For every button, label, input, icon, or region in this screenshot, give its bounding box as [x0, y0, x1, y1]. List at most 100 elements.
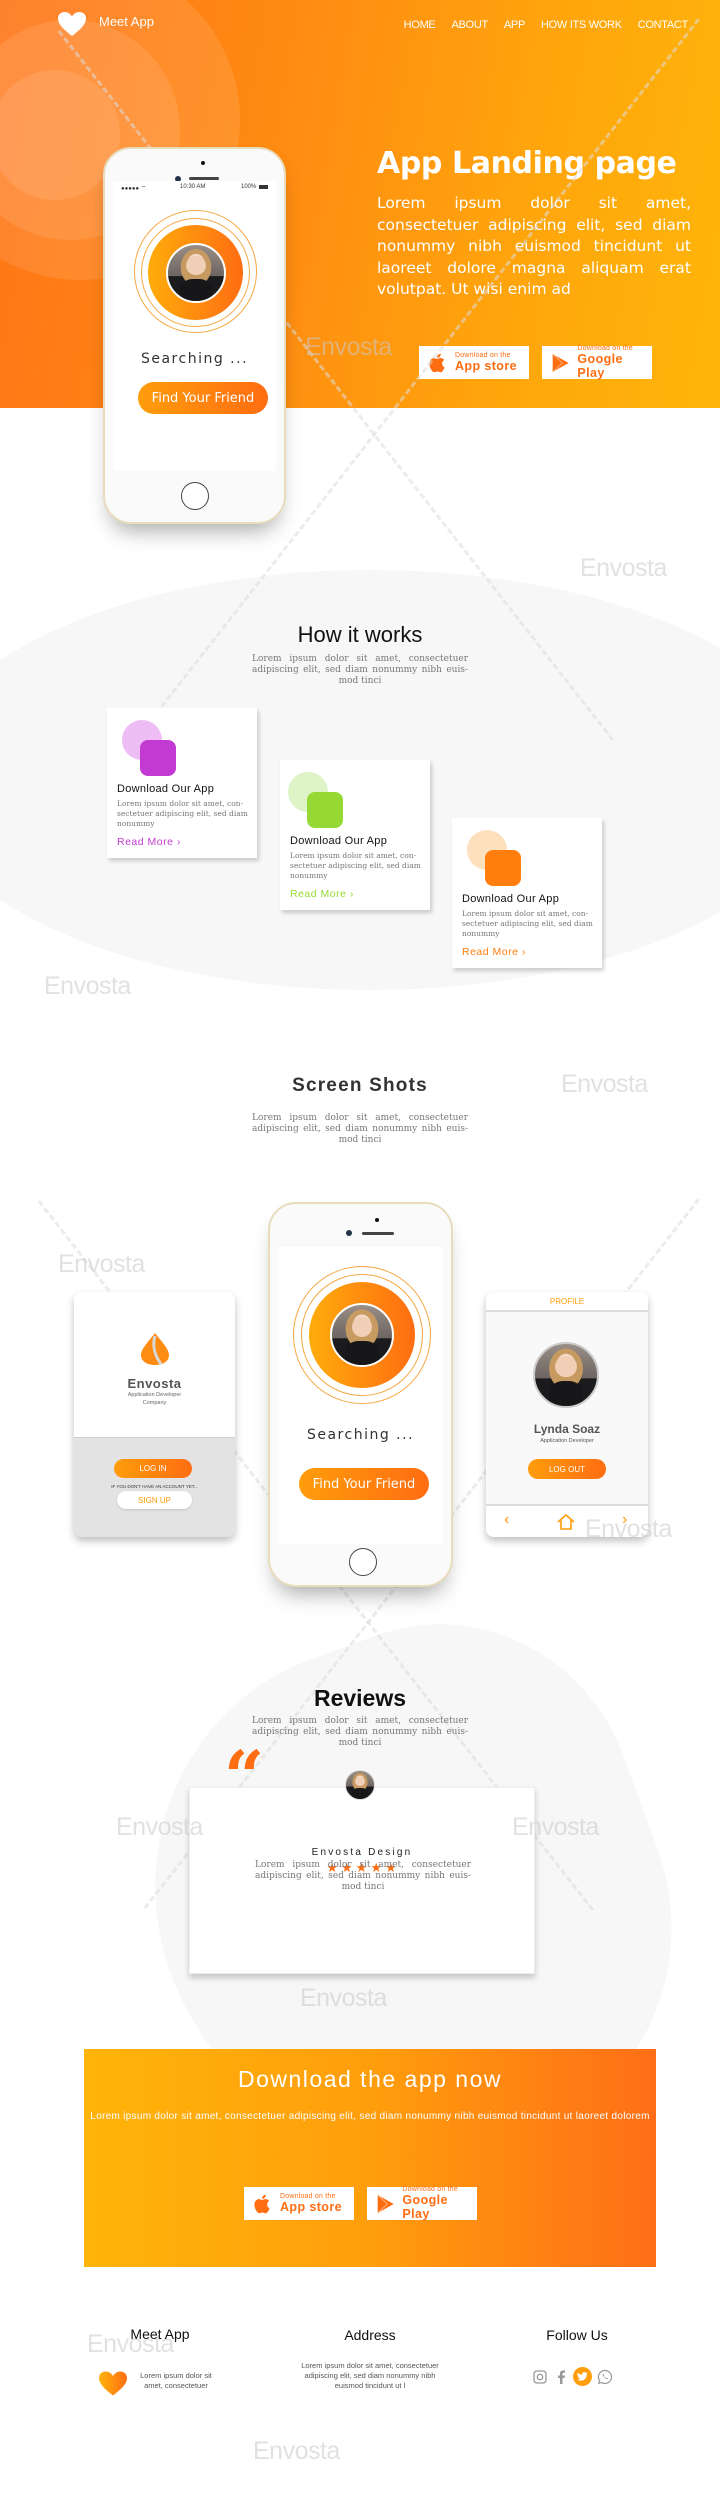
- watermark-text: Envosta: [512, 1813, 599, 1841]
- card-icon-square: [140, 740, 176, 776]
- company-subtitle: Company: [142, 1400, 167, 1406]
- profile-header: PROFILE: [486, 1292, 648, 1312]
- signup-hint: IF YOU DON'T HAVE AN ACCOUNT YET...: [111, 1484, 198, 1489]
- twitter-icon[interactable]: [573, 2367, 592, 2386]
- read-more-link[interactable]: Read More ›: [290, 888, 354, 900]
- chevron-right-icon: ›: [176, 836, 181, 848]
- reviewer-name: Envosta Design: [311, 1847, 413, 1858]
- instagram-icon[interactable]: [532, 2369, 548, 2385]
- read-more-link[interactable]: Read More ›: [117, 836, 181, 848]
- brand-name[interactable]: Meet App: [99, 14, 154, 29]
- watermark-text: Envosta: [58, 1250, 145, 1278]
- play-icon: [377, 2194, 394, 2213]
- app-store-button[interactable]: Download on the App store: [419, 346, 529, 379]
- feature-card: Download Our App Lorem ipsum dolor sit a…: [107, 708, 257, 858]
- phone-sensor: [201, 161, 205, 165]
- find-friend-button[interactable]: Find Your Friend: [138, 382, 268, 414]
- footer-address-text: Lorem ipsum dolor sit amet, consectetuer…: [301, 2361, 439, 2390]
- nav-contact[interactable]: CONTACT: [638, 19, 689, 31]
- feature-card: Download Our App Lorem ipsum dolor sit a…: [280, 760, 430, 910]
- profile-screen-preview: PROFILE Lynda Soaz Application Developer…: [486, 1292, 648, 1537]
- review-text: Lorem ipsum dolor sit amet, consectetuer…: [255, 1860, 471, 1892]
- status-battery: 100%: [241, 184, 257, 190]
- user-avatar: [166, 243, 226, 303]
- company-name: Envosta: [127, 1376, 182, 1391]
- back-arrow-icon[interactable]: ‹: [504, 1511, 509, 1529]
- hero-phone-mockup: ●●●●● ⌔ 10:30 AM 100% Searching ... Find…: [103, 147, 286, 524]
- home-icon[interactable]: [556, 1513, 576, 1531]
- login-screen-preview: Envosta Application Developer Company LO…: [74, 1292, 235, 1537]
- google-play-button[interactable]: Download on the Google Play: [542, 345, 652, 380]
- store-big-label: Google Play: [402, 2193, 448, 2221]
- center-phone-mockup: Searching ... Find Your Friend: [268, 1202, 453, 1587]
- watermark-text: Envosta: [580, 554, 667, 582]
- company-subtitle: Application Developer: [127, 1392, 182, 1398]
- home-button: [181, 482, 209, 510]
- phone-sensor: [375, 1218, 379, 1222]
- store-small-label: Download on the: [280, 2193, 336, 2200]
- read-more-label: Read More: [462, 946, 519, 958]
- screenshots-text: Lorem ipsum dolor sit amet, consectetuer…: [252, 1113, 468, 1145]
- store-small-label: Download on the: [577, 345, 633, 352]
- footer-brand-text: Lorem ipsum dolor sit amet, consectetuer: [140, 2371, 212, 2390]
- read-more-label: Read More: [117, 836, 174, 848]
- facebook-icon[interactable]: [553, 2369, 569, 2385]
- google-play-button[interactable]: Download on the Google Play: [367, 2186, 477, 2221]
- card-title: Download Our App: [462, 893, 560, 905]
- download-title: Download the app now: [238, 2066, 502, 2092]
- battery-icon: [259, 185, 268, 189]
- searching-label: Searching ...: [306, 1427, 415, 1443]
- apple-icon: [254, 2194, 270, 2213]
- find-friend-button[interactable]: Find Your Friend: [299, 1468, 429, 1500]
- read-more-label: Read More: [290, 888, 347, 900]
- download-banner: Download the app now Lorem ipsum dolor s…: [84, 2049, 656, 2267]
- store-big-label: App store: [455, 359, 517, 373]
- chevron-right-icon: ›: [521, 946, 526, 958]
- nav-about[interactable]: ABOUT: [451, 19, 488, 31]
- login-button[interactable]: LOG IN: [114, 1459, 192, 1478]
- nav-app[interactable]: APP: [504, 19, 525, 31]
- footer-follow-title: Follow Us: [546, 2327, 608, 2343]
- watermark-text: Envosta: [300, 1984, 387, 2012]
- watermark-text: Envosta: [116, 1813, 203, 1841]
- reviewer-avatar: [345, 1770, 375, 1800]
- card-text: Lorem ipsum dolor sit amet, con-sectetue…: [462, 909, 593, 938]
- signup-button[interactable]: SIGN UP: [117, 1491, 192, 1509]
- reviews-text: Lorem ipsum dolor sit amet, consectetuer…: [252, 1716, 468, 1748]
- nav-home[interactable]: HOME: [404, 19, 436, 31]
- login-footer: LOG IN IF YOU DON'T HAVE AN ACCOUNT YET.…: [74, 1437, 235, 1537]
- card-title: Download Our App: [117, 783, 215, 795]
- watermark-text: Envosta: [44, 972, 131, 1000]
- home-button: [349, 1548, 377, 1576]
- store-big-label: App store: [280, 2200, 342, 2214]
- reviews-title: Reviews: [313, 1685, 407, 1711]
- review-card: Envosta Design ★★★★★ Lorem ipsum dolor s…: [189, 1787, 535, 1974]
- card-title: Download Our App: [290, 835, 388, 847]
- hero-title: App Landing page: [377, 146, 677, 181]
- card-text: Lorem ipsum dolor sit amet, con-sectetue…: [117, 799, 248, 828]
- footer-brand-title: Meet App: [130, 2326, 190, 2342]
- read-more-link[interactable]: Read More ›: [462, 946, 526, 958]
- store-small-label: Download on the: [455, 352, 511, 359]
- how-it-works-title: How it works: [297, 622, 423, 647]
- play-icon: [552, 353, 569, 372]
- user-avatar: [330, 1303, 394, 1367]
- card-icon-square: [485, 850, 521, 886]
- envosta-logo-icon: [141, 1333, 169, 1365]
- signal-indicator: ●●●●● ⌔: [121, 186, 147, 192]
- logout-button[interactable]: LOG OUT: [528, 1459, 606, 1479]
- watermark-text: Envosta: [561, 1070, 648, 1098]
- profile-avatar: [533, 1342, 599, 1408]
- app-store-button[interactable]: Download on the App store: [244, 2187, 354, 2220]
- card-icon-square: [307, 792, 343, 828]
- hero-description: Lorem ipsum dolor sit amet, consectetuer…: [377, 194, 691, 298]
- whatsapp-icon[interactable]: [597, 2369, 613, 2385]
- watermark-text: Envosta: [253, 2437, 340, 2465]
- main-nav: HOME ABOUT APP HOW ITS WORK CONTACT: [404, 19, 689, 31]
- nav-how-its-work[interactable]: HOW ITS WORK: [541, 19, 622, 31]
- phone-screen: ●●●●● ⌔ 10:30 AM 100% Searching ... Find…: [113, 181, 276, 471]
- phone-screen: Searching ... Find Your Friend: [278, 1247, 443, 1544]
- profile-role: Application Developer: [540, 1438, 594, 1444]
- download-text: Lorem ipsum dolor sit amet, consectetuer…: [90, 2111, 650, 2122]
- card-text: Lorem ipsum dolor sit amet, con-sectetue…: [290, 851, 421, 880]
